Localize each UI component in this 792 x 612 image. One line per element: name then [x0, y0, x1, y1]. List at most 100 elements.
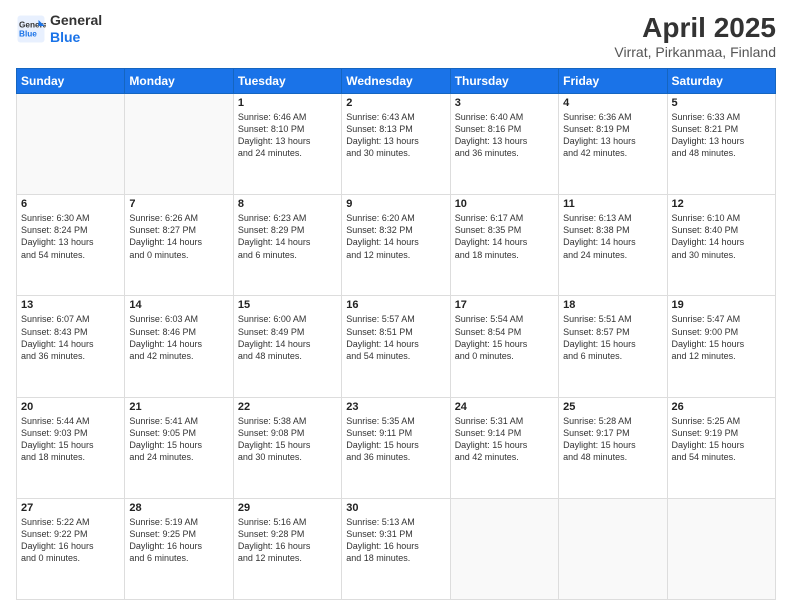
calendar-cell [17, 94, 125, 195]
day-info: Sunrise: 5:28 AM Sunset: 9:17 PM Dayligh… [563, 415, 662, 464]
logo-icon: General Blue [16, 14, 46, 44]
calendar-cell: 30 Sunrise: 5:13 AM Sunset: 9:31 PM Dayli… [342, 498, 450, 599]
day-info: Sunrise: 5:22 AM Sunset: 9:22 PM Dayligh… [21, 516, 120, 565]
calendar-cell: 11 Sunrise: 6:13 AM Sunset: 8:38 PM Dayli… [559, 195, 667, 296]
day-number: 19 [672, 299, 771, 311]
calendar-week-row: 6Sunrise: 6:30 AM Sunset: 8:24 PM Daylig… [17, 195, 776, 296]
calendar-cell: 14 Sunrise: 6:03 AM Sunset: 8:46 PM Dayli… [125, 296, 233, 397]
day-number: 5 [672, 97, 771, 109]
day-number: 24 [455, 401, 554, 413]
day-number: 12 [672, 198, 771, 210]
calendar-cell: 28 Sunrise: 5:19 AM Sunset: 9:25 PM Dayli… [125, 498, 233, 599]
calendar-cell [450, 498, 558, 599]
day-info: Sunrise: 5:54 AM Sunset: 8:54 PM Dayligh… [455, 313, 554, 362]
day-number: 9 [346, 198, 445, 210]
calendar-cell: 12 Sunrise: 6:10 AM Sunset: 8:40 PM Dayli… [667, 195, 775, 296]
day-info: Sunrise: 5:25 AM Sunset: 9:19 PM Dayligh… [672, 415, 771, 464]
calendar-cell: 19 Sunrise: 5:47 AM Sunset: 9:00 PM Dayli… [667, 296, 775, 397]
calendar-subtitle: Virrat, Pirkanmaa, Finland [614, 44, 776, 60]
day-info: Sunrise: 6:26 AM Sunset: 8:27 PM Dayligh… [129, 212, 228, 261]
calendar-cell [667, 498, 775, 599]
day-info: Sunrise: 6:33 AM Sunset: 8:21 PM Dayligh… [672, 111, 771, 160]
day-number: 11 [563, 198, 662, 210]
day-number: 27 [21, 502, 120, 514]
day-info: Sunrise: 6:17 AM Sunset: 8:35 PM Dayligh… [455, 212, 554, 261]
logo: General Blue General Blue [16, 12, 102, 46]
calendar-cell: 1 Sunrise: 6:46 AM Sunset: 8:10 PM Daylig… [233, 94, 341, 195]
calendar-cell: 27 Sunrise: 5:22 AM Sunset: 9:22 PM Dayli… [17, 498, 125, 599]
calendar-cell: 13 Sunrise: 6:07 AM Sunset: 8:43 PM Dayli… [17, 296, 125, 397]
day-number: 14 [129, 299, 228, 311]
calendar-cell: 26 Sunrise: 5:25 AM Sunset: 9:19 PM Dayli… [667, 397, 775, 498]
day-number: 4 [563, 97, 662, 109]
day-info: Sunrise: 5:51 AM Sunset: 8:57 PM Dayligh… [563, 313, 662, 362]
day-number: 8 [238, 198, 337, 210]
day-number: 17 [455, 299, 554, 311]
day-number: 15 [238, 299, 337, 311]
day-number: 21 [129, 401, 228, 413]
day-number: 13 [21, 299, 120, 311]
calendar-cell: 10 Sunrise: 6:17 AM Sunset: 8:35 PM Dayli… [450, 195, 558, 296]
calendar-cell: 15 Sunrise: 6:00 AM Sunset: 8:49 PM Dayli… [233, 296, 341, 397]
calendar-cell: 25Sunrise: 5:28 AM Sunset: 9:17 PM Dayli… [559, 397, 667, 498]
calendar-cell: 18 Sunrise: 5:51 AM Sunset: 8:57 PM Dayli… [559, 296, 667, 397]
calendar-cell: 2Sunrise: 6:43 AM Sunset: 8:13 PM Daylig… [342, 94, 450, 195]
calendar-table: SundayMondayTuesdayWednesdayThursdayFrid… [16, 68, 776, 600]
calendar-cell: 7 Sunrise: 6:26 AM Sunset: 8:27 PM Daylig… [125, 195, 233, 296]
calendar-cell: 6Sunrise: 6:30 AM Sunset: 8:24 PM Daylig… [17, 195, 125, 296]
weekday-header: Wednesday [342, 69, 450, 94]
weekday-header: Sunday [17, 69, 125, 94]
calendar-cell: 9 Sunrise: 6:20 AM Sunset: 8:32 PM Daylig… [342, 195, 450, 296]
day-info: Sunrise: 6:36 AM Sunset: 8:19 PM Dayligh… [563, 111, 662, 160]
page: General Blue General Blue April 2025 Vir… [0, 0, 792, 612]
calendar-cell: 3Sunrise: 6:40 AM Sunset: 8:16 PM Daylig… [450, 94, 558, 195]
day-info: Sunrise: 6:43 AM Sunset: 8:13 PM Dayligh… [346, 111, 445, 160]
day-info: Sunrise: 6:20 AM Sunset: 8:32 PM Dayligh… [346, 212, 445, 261]
day-number: 16 [346, 299, 445, 311]
day-info: Sunrise: 5:44 AM Sunset: 9:03 PM Dayligh… [21, 415, 120, 464]
day-number: 10 [455, 198, 554, 210]
calendar-week-row: 13 Sunrise: 6:07 AM Sunset: 8:43 PM Dayli… [17, 296, 776, 397]
calendar-week-row: 27 Sunrise: 5:22 AM Sunset: 9:22 PM Dayli… [17, 498, 776, 599]
day-number: 28 [129, 502, 228, 514]
day-number: 7 [129, 198, 228, 210]
day-number: 18 [563, 299, 662, 311]
weekday-header: Saturday [667, 69, 775, 94]
day-info: Sunrise: 6:00 AM Sunset: 8:49 PM Dayligh… [238, 313, 337, 362]
weekday-header: Tuesday [233, 69, 341, 94]
day-number: 3 [455, 97, 554, 109]
calendar-cell: 21 Sunrise: 5:41 AM Sunset: 9:05 PM Dayli… [125, 397, 233, 498]
calendar-cell: 23Sunrise: 5:35 AM Sunset: 9:11 PM Dayli… [342, 397, 450, 498]
calendar-cell: 8Sunrise: 6:23 AM Sunset: 8:29 PM Daylig… [233, 195, 341, 296]
day-info: Sunrise: 6:03 AM Sunset: 8:46 PM Dayligh… [129, 313, 228, 362]
svg-text:Blue: Blue [19, 29, 37, 38]
day-info: Sunrise: 5:13 AM Sunset: 9:31 PM Dayligh… [346, 516, 445, 565]
calendar-week-row: 20Sunrise: 5:44 AM Sunset: 9:03 PM Dayli… [17, 397, 776, 498]
weekday-header: Friday [559, 69, 667, 94]
day-number: 30 [346, 502, 445, 514]
day-info: Sunrise: 6:30 AM Sunset: 8:24 PM Dayligh… [21, 212, 120, 261]
day-info: Sunrise: 5:47 AM Sunset: 9:00 PM Dayligh… [672, 313, 771, 362]
day-number: 26 [672, 401, 771, 413]
weekday-header: Thursday [450, 69, 558, 94]
day-number: 1 [238, 97, 337, 109]
day-number: 22 [238, 401, 337, 413]
calendar-header-row: SundayMondayTuesdayWednesdayThursdayFrid… [17, 69, 776, 94]
calendar-cell: 22Sunrise: 5:38 AM Sunset: 9:08 PM Dayli… [233, 397, 341, 498]
calendar-title: April 2025 [614, 12, 776, 44]
day-info: Sunrise: 6:46 AM Sunset: 8:10 PM Dayligh… [238, 111, 337, 160]
day-info: Sunrise: 5:41 AM Sunset: 9:05 PM Dayligh… [129, 415, 228, 464]
day-number: 29 [238, 502, 337, 514]
calendar-cell: 4 Sunrise: 6:36 AM Sunset: 8:19 PM Daylig… [559, 94, 667, 195]
day-number: 23 [346, 401, 445, 413]
calendar-cell [125, 94, 233, 195]
day-info: Sunrise: 6:10 AM Sunset: 8:40 PM Dayligh… [672, 212, 771, 261]
day-info: Sunrise: 5:19 AM Sunset: 9:25 PM Dayligh… [129, 516, 228, 565]
day-info: Sunrise: 6:07 AM Sunset: 8:43 PM Dayligh… [21, 313, 120, 362]
day-info: Sunrise: 5:16 AM Sunset: 9:28 PM Dayligh… [238, 516, 337, 565]
calendar-week-row: 1 Sunrise: 6:46 AM Sunset: 8:10 PM Daylig… [17, 94, 776, 195]
title-block: April 2025 Virrat, Pirkanmaa, Finland [614, 12, 776, 60]
calendar-cell: 17 Sunrise: 5:54 AM Sunset: 8:54 PM Dayli… [450, 296, 558, 397]
calendar-cell: 29 Sunrise: 5:16 AM Sunset: 9:28 PM Dayli… [233, 498, 341, 599]
day-info: Sunrise: 6:13 AM Sunset: 8:38 PM Dayligh… [563, 212, 662, 261]
